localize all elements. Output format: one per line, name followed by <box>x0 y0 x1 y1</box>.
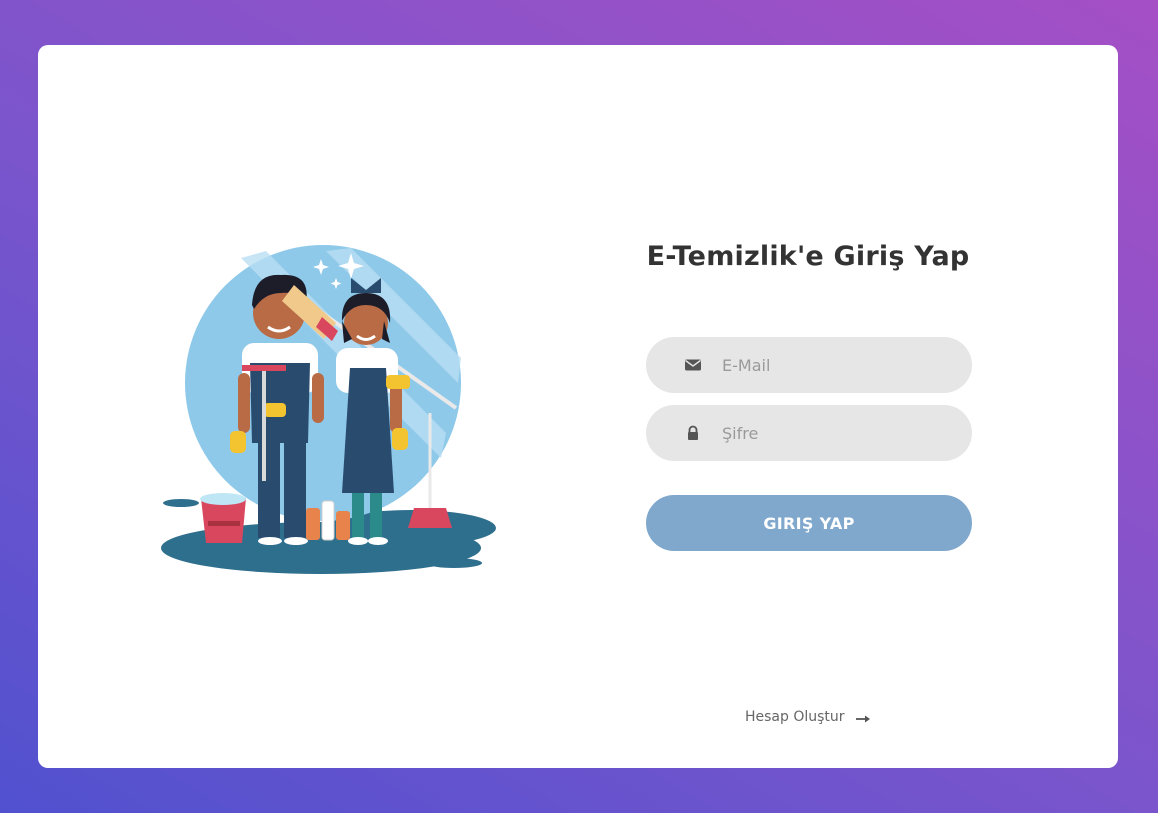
login-button[interactable]: GIRIŞ YAP <box>646 495 972 551</box>
email-field-container <box>646 337 972 393</box>
page-title: E-Temizlik'e Giriş Yap <box>646 241 970 272</box>
login-card: E-Temizlik'e Giriş Yap GIRIŞ YAP Hesap O… <box>38 45 1118 768</box>
lock-icon <box>684 425 702 441</box>
create-account-label: Hesap Oluştur <box>745 709 845 725</box>
envelope-icon <box>684 357 702 373</box>
create-account-link[interactable]: Hesap Oluştur <box>745 709 871 725</box>
cleaning-staff-illustration <box>146 243 501 578</box>
arrow-right-icon <box>855 712 871 723</box>
email-field[interactable] <box>722 337 952 393</box>
password-field[interactable] <box>722 405 952 461</box>
password-field-container <box>646 405 972 461</box>
